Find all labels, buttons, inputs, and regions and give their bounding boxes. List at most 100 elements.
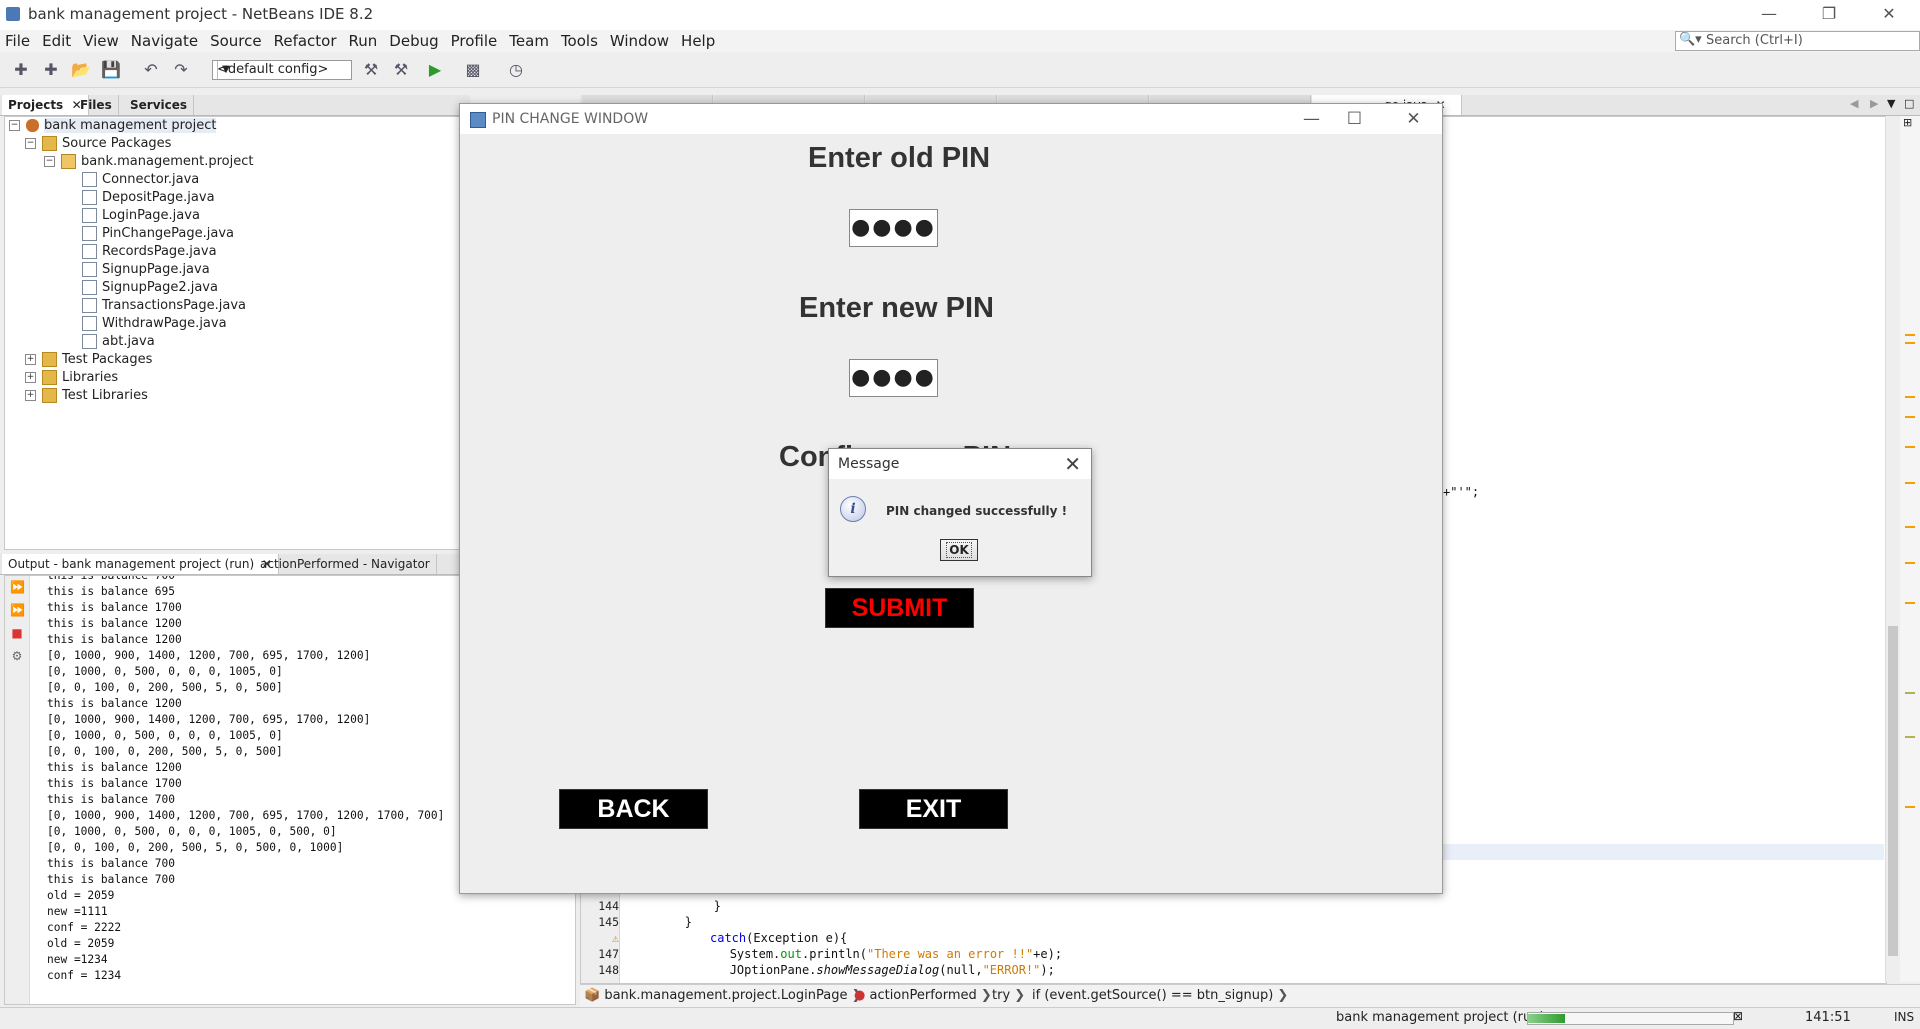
tree-item-source-packages[interactable]: − Source Packages: [25, 135, 171, 153]
scroll-tabs-right-icon[interactable]: ▶: [1870, 97, 1878, 110]
tree-item-project[interactable]: − bank management project: [9, 117, 217, 135]
menu-profile[interactable]: Profile: [446, 30, 505, 52]
restore-icon[interactable]: ❐: [1806, 0, 1852, 30]
config-select[interactable]: <default config> ▼: [212, 60, 352, 80]
tab-files[interactable]: Files: [74, 95, 119, 115]
annotation-mark[interactable]: [1905, 446, 1915, 448]
annotation-mark[interactable]: [1905, 342, 1915, 344]
tree-item-libraries[interactable]: + Libraries: [25, 369, 118, 387]
submit-button[interactable]: SUBMIT: [825, 588, 974, 628]
undo-icon[interactable]: ↶: [140, 59, 162, 81]
annotation-mark[interactable]: [1905, 736, 1915, 738]
menu-run[interactable]: Run: [344, 30, 385, 52]
split-editor-icon[interactable]: ⊞: [1903, 116, 1912, 129]
menu-tools[interactable]: Tools: [556, 30, 605, 52]
rerun-with-params-icon[interactable]: ⏩: [10, 603, 25, 617]
clean-build-icon[interactable]: ⚒: [360, 59, 382, 81]
annotation-mark[interactable]: [1905, 562, 1915, 564]
collapse-icon[interactable]: −: [9, 120, 20, 131]
close-icon[interactable]: ✕: [1391, 104, 1436, 134]
tree-item-file[interactable]: DepositPage.java: [82, 189, 215, 207]
tree-item-file[interactable]: abt.java: [82, 333, 155, 351]
tab-projects-label: Projects: [8, 98, 64, 112]
close-icon[interactable]: ✕: [1866, 0, 1912, 30]
menu-source[interactable]: Source: [205, 30, 269, 52]
java-file-icon: [82, 280, 97, 295]
editor-vertical-scrollbar[interactable]: [1885, 116, 1900, 982]
expand-icon[interactable]: +: [25, 372, 36, 383]
profile-icon[interactable]: ◷: [505, 59, 527, 81]
breadcrumb-if[interactable]: if (event.getSource() == btn_signup) ❯: [1032, 988, 1288, 1003]
menu-navigate[interactable]: Navigate: [126, 30, 205, 52]
new-project-icon[interactable]: ✚: [40, 59, 62, 81]
tab-navigator[interactable]: actionPerformed - Navigator: [254, 554, 437, 574]
old-pin-field[interactable]: ●●●●: [849, 209, 938, 247]
run-icon[interactable]: ▶: [424, 59, 446, 81]
annotation-mark[interactable]: [1905, 334, 1915, 336]
tree-item-file[interactable]: PinChangePage.java: [82, 225, 234, 243]
tree-item-package[interactable]: − bank.management.project: [44, 153, 253, 171]
annotation-mark[interactable]: [1905, 692, 1915, 694]
settings-icon[interactable]: ⚙: [10, 649, 24, 663]
tree-item-file[interactable]: WithdrawPage.java: [82, 315, 227, 333]
tree-item-file[interactable]: LoginPage.java: [82, 207, 200, 225]
running-task[interactable]: bank management project (run): [1336, 1010, 1545, 1025]
menu-edit[interactable]: Edit: [37, 30, 78, 52]
tree-item-file[interactable]: Connector.java: [82, 171, 199, 189]
menu-view[interactable]: View: [78, 30, 126, 52]
redo-icon[interactable]: ↷: [170, 59, 192, 81]
exit-button[interactable]: EXIT: [859, 789, 1008, 829]
output-line: [0, 0, 100, 0, 200, 500, 5, 0, 500, 0, 1…: [47, 841, 344, 854]
tree-item-file[interactable]: SignupPage2.java: [82, 279, 218, 297]
tree-item-test-packages[interactable]: + Test Packages: [25, 351, 152, 369]
open-project-icon[interactable]: 📂: [70, 59, 92, 81]
tree-item-file[interactable]: RecordsPage.java: [82, 243, 217, 261]
scrollbar-thumb[interactable]: [1888, 626, 1898, 956]
tab-output[interactable]: Output - bank management project (run) ✕: [2, 554, 279, 574]
maximize-icon[interactable]: ☐: [1332, 104, 1377, 134]
breadcrumb-method[interactable]: ● actionPerformed ❯: [854, 988, 992, 1003]
annotation-mark[interactable]: [1905, 806, 1915, 808]
java-file-icon: [82, 190, 97, 205]
tab-services[interactable]: Services: [124, 95, 195, 115]
close-icon[interactable]: ✕: [1064, 452, 1081, 476]
search-icon: 🔍▾: [1679, 32, 1702, 47]
annotation-mark[interactable]: [1905, 416, 1915, 418]
menu-window[interactable]: Window: [605, 30, 676, 52]
tree-item-file[interactable]: TransactionsPage.java: [82, 297, 246, 315]
tab-list-icon[interactable]: ▼: [1887, 97, 1895, 110]
minimize-icon[interactable]: —: [1746, 0, 1792, 30]
expand-icon[interactable]: +: [25, 354, 36, 365]
collapse-icon[interactable]: −: [25, 138, 36, 149]
tree-item-file[interactable]: SignupPage.java: [82, 261, 210, 279]
back-button[interactable]: BACK: [559, 789, 708, 829]
ok-button[interactable]: OK: [940, 539, 978, 561]
build-icon[interactable]: ⚒: [390, 59, 412, 81]
save-all-icon[interactable]: 💾: [100, 59, 122, 81]
tree-item-test-libraries[interactable]: + Test Libraries: [25, 387, 148, 405]
breadcrumb-class[interactable]: 📦 bank.management.project.LoginPage ❯: [584, 988, 863, 1003]
maximize-icon[interactable]: □: [1904, 97, 1914, 110]
ide-search-input[interactable]: 🔍▾ Search (Ctrl+I): [1675, 31, 1920, 51]
annotation-mark[interactable]: [1905, 396, 1915, 398]
new-file-icon[interactable]: ✚: [10, 59, 32, 81]
menu-file[interactable]: File: [0, 30, 37, 52]
cancel-task-icon[interactable]: ⊠: [1733, 1009, 1743, 1023]
ide-title-bar: bank management project - NetBeans IDE 8…: [0, 0, 1920, 30]
stop-icon[interactable]: ■: [10, 626, 24, 640]
rerun-icon[interactable]: ⏩: [10, 580, 25, 594]
collapse-icon[interactable]: −: [44, 156, 55, 167]
menu-refactor[interactable]: Refactor: [269, 30, 344, 52]
debug-icon[interactable]: ▩: [462, 59, 484, 81]
menu-team[interactable]: Team: [504, 30, 556, 52]
annotation-mark[interactable]: [1905, 482, 1915, 484]
scroll-tabs-left-icon[interactable]: ◀: [1850, 97, 1858, 110]
annotation-mark[interactable]: [1905, 526, 1915, 528]
minimize-icon[interactable]: —: [1289, 104, 1334, 134]
breadcrumb-try[interactable]: try ❯: [992, 988, 1025, 1003]
expand-icon[interactable]: +: [25, 390, 36, 401]
menu-help[interactable]: Help: [676, 30, 722, 52]
annotation-mark[interactable]: [1905, 602, 1915, 604]
menu-debug[interactable]: Debug: [384, 30, 445, 52]
new-pin-field[interactable]: ●●●●: [849, 359, 938, 397]
